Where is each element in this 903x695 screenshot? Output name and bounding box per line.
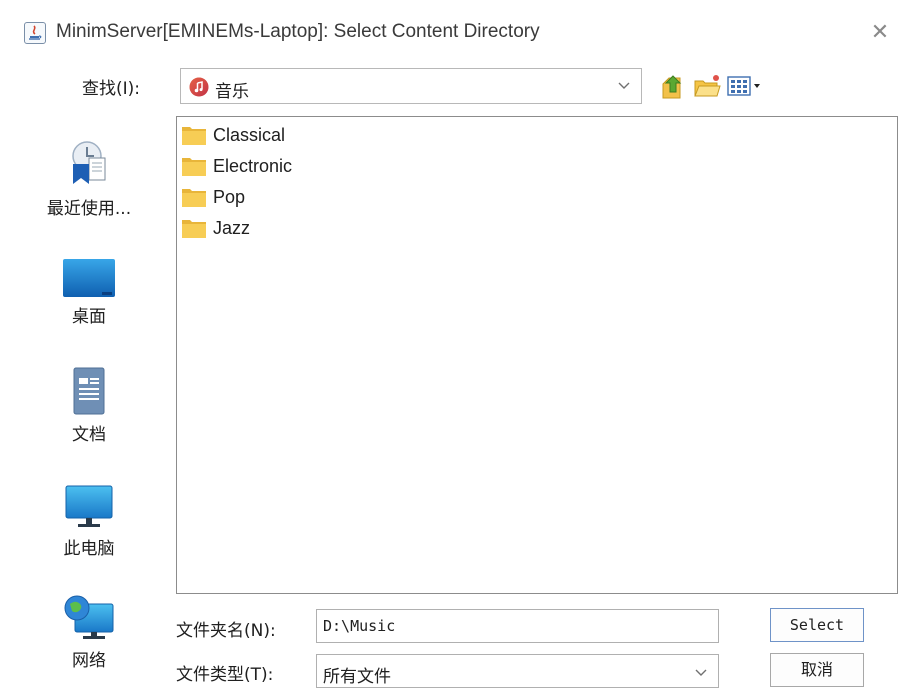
place-recent-label: 最近使用... [46, 199, 132, 219]
file-type-dropdown[interactable]: 所有文件 [316, 654, 719, 688]
folder-icon [182, 127, 206, 145]
window-title: MinimServer[EMINEMs-Laptop]: Select Cont… [56, 21, 540, 42]
list-item[interactable]: Classical [181, 122, 285, 148]
chevron-down-icon[interactable] [692, 663, 710, 681]
file-name: Classical [213, 124, 286, 145]
place-documents-label: 文档 [72, 425, 106, 445]
place-network-label: 网络 [72, 651, 106, 671]
file-name: Jazz [213, 217, 251, 238]
list-item[interactable]: Jazz [181, 215, 250, 241]
file-type-value: 所有文件 [323, 667, 391, 687]
chevron-down-icon[interactable] [615, 76, 633, 94]
new-folder-icon[interactable] [693, 72, 721, 100]
place-computer-label: 此电脑 [63, 539, 115, 559]
file-name: Pop [213, 186, 246, 207]
folder-name-input[interactable]: D:\Music [316, 609, 719, 643]
network-icon [64, 595, 114, 639]
folder-icon [182, 220, 206, 238]
place-desktop-label: 桌面 [72, 307, 106, 327]
place-recent[interactable]: 最近使用... [34, 138, 144, 219]
file-name: Electronic [213, 155, 293, 176]
place-documents[interactable]: 文档 [34, 366, 144, 445]
recent-icon [72, 141, 106, 184]
title-bar[interactable]: MinimServer[EMINEMs-Laptop]: Select Cont… [0, 0, 903, 64]
desktop-icon [63, 259, 115, 297]
look-in-value: 音乐 [215, 82, 249, 102]
file-list[interactable]: Classical Electronic Pop Jazz [176, 116, 898, 594]
place-desktop[interactable]: 桌面 [34, 258, 144, 327]
folder-name-label: 文件夹名(N): [176, 621, 276, 641]
folder-icon [182, 189, 206, 207]
select-directory-dialog: MinimServer[EMINEMs-Laptop]: Select Cont… [0, 0, 903, 695]
java-app-icon [24, 22, 46, 44]
view-menu-icon[interactable] [726, 72, 766, 100]
place-computer[interactable]: 此电脑 [34, 484, 144, 559]
file-type-label: 文件类型(T): [176, 665, 274, 685]
close-button[interactable]: ✕ [865, 18, 895, 48]
list-item[interactable]: Pop [181, 184, 245, 210]
documents-icon [73, 367, 105, 415]
music-icon [189, 77, 209, 97]
up-folder-icon[interactable] [660, 72, 686, 100]
folder-name-value: D:\Music [323, 617, 396, 635]
select-button[interactable]: Select [770, 608, 864, 642]
cancel-button[interactable]: 取消 [770, 653, 864, 687]
look-in-label: 查找(I): [82, 79, 141, 99]
computer-icon [65, 485, 113, 527]
place-network[interactable]: 网络 [34, 594, 144, 671]
places-sidebar: 最近使用... 桌面 文档 此电脑 网络 [34, 116, 144, 690]
list-item[interactable]: Electronic [181, 153, 292, 179]
look-in-dropdown[interactable]: 音乐 [180, 68, 642, 104]
folder-icon [182, 158, 206, 176]
